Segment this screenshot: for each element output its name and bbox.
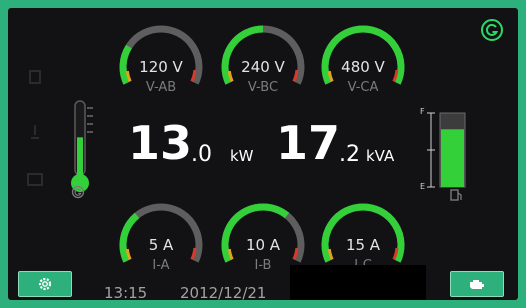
fuel-level-bar xyxy=(427,112,466,188)
kva-decimal: .2 xyxy=(339,142,360,167)
fuel-empty-label: E xyxy=(420,182,426,191)
fuel-full-label: F xyxy=(420,107,425,116)
kva-value: 17 xyxy=(276,116,341,170)
generator-display: 120 V V-AB 240 V V-BC 480 V V-CA 13 .0 k… xyxy=(8,8,518,300)
redacted-region xyxy=(290,265,426,300)
battery-indicator-icon xyxy=(27,173,43,186)
kw-unit: kW xyxy=(230,147,254,165)
current-value: 15 A xyxy=(345,236,381,254)
kw-value: 13 xyxy=(128,116,193,170)
voltage-label: V-CA xyxy=(347,80,379,95)
voltage-value: 240 V xyxy=(241,58,285,76)
engine-button[interactable] xyxy=(450,271,504,297)
voltage-label: V-BC xyxy=(247,80,279,95)
settings-button[interactable] xyxy=(18,271,72,297)
current-value: 5 A xyxy=(148,236,174,254)
current-label: I-A xyxy=(152,258,170,273)
engine-icon xyxy=(470,280,484,289)
current-gauge-a: 5 A I-A xyxy=(116,198,206,278)
kw-decimal: .0 xyxy=(191,142,212,167)
fuel-pump-icon xyxy=(450,189,462,201)
g-icon xyxy=(71,185,85,199)
voltage-gauge-bc: 240 V V-BC xyxy=(218,20,308,100)
voltage-label: V-AB xyxy=(145,80,177,95)
coolant-indicator-icon xyxy=(31,125,39,139)
warning-indicator-icon xyxy=(29,70,41,84)
g-logo-icon xyxy=(481,19,503,41)
current-value: 10 A xyxy=(245,236,281,254)
voltage-gauge-ca: 480 V V-CA xyxy=(318,20,408,100)
voltage-value: 120 V xyxy=(139,58,183,76)
kva-unit: kVA xyxy=(366,147,395,165)
voltage-value: 480 V xyxy=(341,58,385,76)
gear-icon xyxy=(38,277,52,291)
voltage-gauge-ab: 120 V V-AB xyxy=(116,20,206,100)
clock-time: 13:15 xyxy=(104,284,148,300)
clock-date: 2012/12/21 xyxy=(180,284,267,300)
